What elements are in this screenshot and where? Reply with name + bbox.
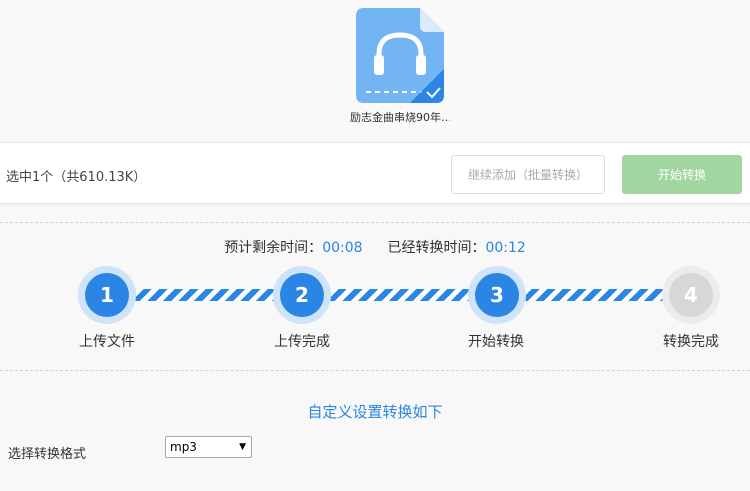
file-name: 励志金曲串烧90年… bbox=[350, 111, 450, 124]
remaining-time-label: 预计剩余时间： bbox=[224, 240, 323, 256]
add-more-button[interactable]: 继续添加（批量转换） bbox=[451, 155, 605, 194]
headphones-audio-file-icon bbox=[356, 8, 444, 103]
step-number: 3 bbox=[475, 273, 519, 317]
format-select[interactable]: mp3 ▼ bbox=[165, 436, 252, 458]
progress-connector-3 bbox=[520, 289, 668, 301]
remaining-time-value: 00:08 bbox=[322, 240, 363, 256]
step-label: 上传文件 bbox=[79, 334, 135, 350]
step-4: 4 bbox=[662, 266, 720, 324]
selection-info: 选中1个（共610.13K） bbox=[6, 170, 147, 185]
elapsed-time-value: 00:12 bbox=[485, 240, 526, 256]
file-card[interactable]: 励志金曲串烧90年… bbox=[350, 8, 450, 125]
dropdown-arrow-icon: ▼ bbox=[239, 442, 246, 452]
format-label: 选择转换格式 bbox=[8, 447, 87, 462]
step-label: 上传完成 bbox=[274, 334, 330, 350]
progress-connector-2 bbox=[325, 289, 475, 301]
step-label: 转换完成 bbox=[663, 334, 719, 350]
step-3: 3 bbox=[468, 266, 526, 324]
step-label: 开始转换 bbox=[468, 334, 524, 350]
elapsed-time-label: 已经转换时间： bbox=[387, 240, 486, 256]
progress-connector-1 bbox=[130, 289, 280, 301]
format-select-value: mp3 bbox=[170, 440, 197, 454]
step-1: 1 bbox=[78, 266, 136, 324]
file-area: 励志金曲串烧90年… bbox=[0, 0, 750, 142]
start-convert-button[interactable]: 开始转换 bbox=[622, 155, 742, 194]
step-number: 4 bbox=[669, 273, 713, 317]
step-2: 2 bbox=[273, 266, 331, 324]
settings-title: 自定义设置转换如下 bbox=[307, 403, 443, 421]
timer-row: 预计剩余时间：00:08 已经转换时间：00:12 bbox=[0, 237, 750, 257]
divider bbox=[0, 222, 750, 223]
step-number: 1 bbox=[85, 273, 129, 317]
divider bbox=[0, 370, 750, 371]
step-number: 2 bbox=[280, 273, 324, 317]
action-bar: 选中1个（共610.13K） 继续添加（批量转换） 开始转换 bbox=[0, 142, 750, 204]
